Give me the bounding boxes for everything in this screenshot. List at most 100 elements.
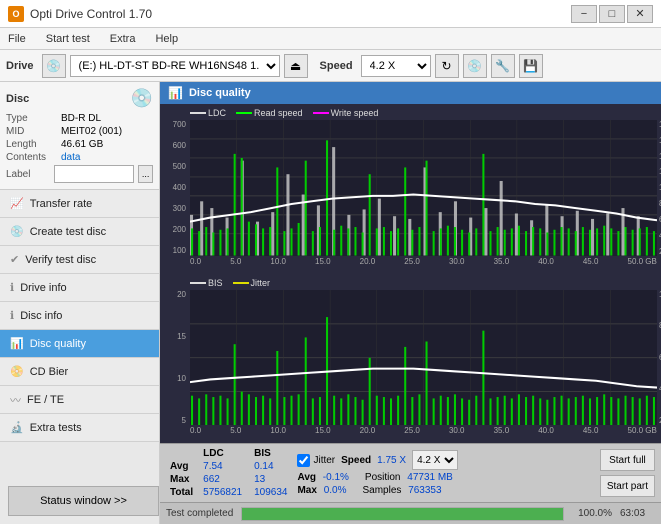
titlebar: O Opti Drive Control 1.70 − □ ✕ <box>0 0 661 28</box>
extra-tests-label: Extra tests <box>30 422 82 434</box>
disc-section-title: Disc <box>6 93 29 105</box>
drivebar: Drive 💿 (E:) HL-DT-ST BD-RE WH16NS48 1.D… <box>0 50 661 82</box>
sidebar-item-extra-tests[interactable]: 🔬 Extra tests <box>0 414 159 442</box>
readspeed-legend-label: Read speed <box>254 108 303 118</box>
sidebar: Disc 💿 Type BD-R DL MID MEIT02 (001) Len… <box>0 82 160 524</box>
max-ldc-value: 662 <box>197 473 248 486</box>
verify-test-icon: ✔ <box>10 253 19 266</box>
start-part-button[interactable]: Start part <box>600 475 655 497</box>
tools-icon[interactable]: 🔧 <box>491 54 515 78</box>
writespeed-legend: Write speed <box>313 108 379 118</box>
menu-extra[interactable]: Extra <box>106 31 140 47</box>
stats-table: LDC BIS Avg 7.54 0.14 Max 662 13 Total 5… <box>166 447 293 499</box>
sidebar-item-drive-info[interactable]: ℹ Drive info <box>0 274 159 302</box>
chart2-y-left: 20 15 10 5 <box>160 290 188 426</box>
stats-section: LDC BIS Avg 7.54 0.14 Max 662 13 Total 5… <box>160 443 661 502</box>
total-ldc-value: 5756821 <box>197 486 248 499</box>
avg-row: Avg 7.54 0.14 <box>166 460 293 473</box>
avg-bis-value: 0.14 <box>248 460 293 473</box>
progress-fill <box>242 508 563 520</box>
status-bar: Test completed 100.0% 63:03 <box>160 502 661 524</box>
cd-bier-icon: 📀 <box>10 365 24 378</box>
menu-start-test[interactable]: Start test <box>42 31 94 47</box>
disc-icon[interactable]: 💿 <box>463 54 487 78</box>
jitter-checkbox-label[interactable]: Jitter <box>297 454 335 467</box>
chart1-area: LDC Read speed Write speed 700 600 500 <box>160 104 661 274</box>
bis-legend-color <box>190 282 206 284</box>
nav-items: 📈 Transfer rate 💿 Create test disc ✔ Ver… <box>0 190 159 478</box>
max-jitter-value: 0.0% <box>324 485 347 496</box>
disc-label-input[interactable] <box>54 165 134 183</box>
menu-help[interactable]: Help <box>151 31 182 47</box>
speed-select[interactable]: 4.2 X <box>361 55 431 77</box>
stats-values-row: Avg -0.1% Position 47731 MB <box>297 472 591 483</box>
max-bis-value: 13 <box>248 473 293 486</box>
menubar: File Start test Extra Help <box>0 28 661 50</box>
disc-info-grid: Type BD-R DL MID MEIT02 (001) Length 46.… <box>6 113 153 183</box>
chart1-svg <box>190 120 657 256</box>
eject-icon[interactable]: ⏏ <box>284 54 308 78</box>
maximize-button[interactable]: □ <box>599 5 625 23</box>
drive-select[interactable]: (E:) HL-DT-ST BD-RE WH16NS48 1.D3 <box>70 55 280 77</box>
sidebar-item-disc-info[interactable]: ℹ Disc info <box>0 302 159 330</box>
disc-type-value: BD-R DL <box>61 113 101 124</box>
minimize-button[interactable]: − <box>571 5 597 23</box>
sidebar-item-fe-te[interactable]: 〰 FE / TE <box>0 386 159 414</box>
menu-file[interactable]: File <box>4 31 30 47</box>
transfer-rate-label: Transfer rate <box>30 198 93 210</box>
create-test-icon: 💿 <box>10 225 24 238</box>
disc-length-label: Length <box>6 139 61 150</box>
charts-container: LDC Read speed Write speed 700 600 500 <box>160 104 661 443</box>
refresh-icon[interactable]: ↻ <box>435 54 459 78</box>
disc-quality-icon: 📊 <box>10 337 24 350</box>
content-area: 📊 Disc quality LDC Read speed <box>160 82 661 524</box>
titlebar-controls: − □ ✕ <box>571 5 653 23</box>
max-jitter-label: Max <box>297 485 316 496</box>
bis-legend-label: BIS <box>208 278 223 288</box>
jitter-speed-group: Jitter Speed 1.75 X 4.2 X Avg -0.1% Posi… <box>297 450 591 496</box>
position-value: 47731 MB <box>407 472 453 483</box>
ldc-legend-color <box>190 112 206 114</box>
disc-label-button[interactable]: ... <box>138 165 153 183</box>
speed-dropdown[interactable]: 4.2 X <box>412 450 458 470</box>
samples-label: Samples <box>363 485 402 496</box>
avg-label: Avg <box>166 460 197 473</box>
transfer-rate-icon: 📈 <box>10 197 24 210</box>
disc-label-key: Label <box>6 169 50 180</box>
cd-bier-label: CD Bier <box>30 366 69 378</box>
sidebar-item-disc-quality[interactable]: 📊 Disc quality <box>0 330 159 358</box>
jitter-legend-color <box>233 282 249 284</box>
total-row: Total 5756821 109634 <box>166 486 293 499</box>
speed-label-text: Speed <box>341 455 371 466</box>
bis-col-header: BIS <box>248 447 293 460</box>
status-window-button[interactable]: Status window >> <box>8 486 159 516</box>
disc-contents-value: data <box>61 152 80 163</box>
drive-info-icon: ℹ <box>10 281 14 294</box>
max-row: Max 662 13 <box>166 473 293 486</box>
chart2-legend: BIS Jitter <box>190 278 657 288</box>
jitter-checkbox[interactable] <box>297 454 310 467</box>
avg-jitter-label: Avg <box>297 472 316 483</box>
start-full-button[interactable]: Start full <box>600 449 655 471</box>
sidebar-item-transfer-rate[interactable]: 📈 Transfer rate <box>0 190 159 218</box>
chart1-x-axis: 0.0 5.0 10.0 15.0 20.0 25.0 30.0 35.0 40… <box>190 257 657 266</box>
sidebar-item-verify-test-disc[interactable]: ✔ Verify test disc <box>0 246 159 274</box>
disc-label-row: Label ... <box>6 165 153 183</box>
sidebar-item-create-test-disc[interactable]: 💿 Create test disc <box>0 218 159 246</box>
stats-header-row: LDC BIS <box>166 447 293 460</box>
disc-mid-label: MID <box>6 126 61 137</box>
sidebar-item-cd-bier[interactable]: 📀 CD Bier <box>0 358 159 386</box>
writespeed-legend-label: Write speed <box>331 108 379 118</box>
status-window-area: Status window >> <box>0 478 159 524</box>
disc-info-label: Disc info <box>20 310 62 322</box>
stats-max-row: Max 0.0% Samples 763353 <box>297 485 591 496</box>
save-icon[interactable]: 💾 <box>519 54 543 78</box>
chart2-y-right: 10% 8% 6% 4% 2% <box>657 290 661 426</box>
disc-contents-label: Contents <box>6 152 61 163</box>
chart2-area: BIS Jitter 20 15 10 5 1 <box>160 274 661 444</box>
avg-ldc-value: 7.54 <box>197 460 248 473</box>
writespeed-legend-color <box>313 112 329 114</box>
app-icon: O <box>8 6 24 22</box>
disc-length-row: Length 46.61 GB <box>6 139 153 150</box>
close-button[interactable]: ✕ <box>627 5 653 23</box>
